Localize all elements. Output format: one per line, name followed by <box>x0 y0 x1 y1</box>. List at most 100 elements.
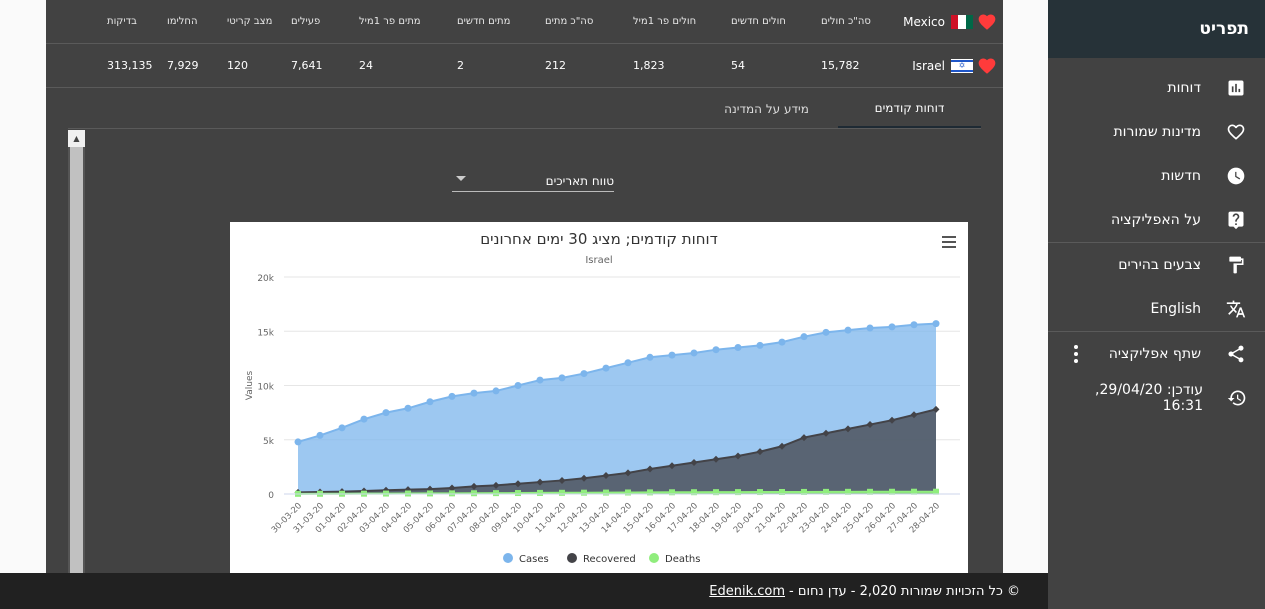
value-critical: 120 <box>227 59 248 72</box>
legend-item-cases: Cases <box>519 554 549 565</box>
data-point-cases <box>668 351 676 359</box>
header-new-deaths: מתים חדשים <box>457 16 511 27</box>
y-tick-label: 5k <box>263 437 275 447</box>
data-point-cases <box>448 392 456 400</box>
translate-icon <box>1225 298 1247 320</box>
data-point-deaths <box>603 489 609 496</box>
header-total-deaths: סה"כ מתים <box>545 16 594 27</box>
y-tick-label: 20k <box>257 274 274 284</box>
heart-icon[interactable] <box>977 56 997 76</box>
data-point-deaths <box>625 489 631 496</box>
share-icon <box>1225 343 1247 365</box>
sidebar-item-label: על האפליקציה <box>1110 212 1201 228</box>
tab-country-info[interactable]: מידע על המדינה <box>695 89 838 128</box>
chart-subtitle: Israel <box>585 255 612 266</box>
stats-table: Mexico סה"כ חולים חולים חדשים חולים פר 1… <box>46 0 1003 88</box>
sidebar-title: תפריט <box>1048 0 1265 58</box>
stats-row-israel[interactable]: ✡ Israel 15,782 54 1,823 212 2 24 7,641 … <box>46 44 1003 88</box>
value-active: 7,641 <box>291 59 323 72</box>
scrollbar[interactable]: ▲ <box>68 130 85 609</box>
paint-roller-icon <box>1225 254 1247 276</box>
scroll-up-icon[interactable]: ▲ <box>68 130 85 147</box>
data-point-cases <box>690 349 698 357</box>
value-tests: 313,135 <box>107 59 153 72</box>
data-point-cases <box>910 321 918 329</box>
country-cell: Mexico <box>877 12 1003 32</box>
data-point-deaths <box>427 490 433 497</box>
data-point-cases <box>536 376 544 384</box>
legend-item-deaths: Deaths <box>665 554 700 565</box>
data-point-cases <box>756 341 764 349</box>
bar-chart-icon <box>1225 77 1247 99</box>
sidebar-item-light-theme[interactable]: צבעים בהירים <box>1048 243 1265 287</box>
sidebar-item-label: מדינות שמורות <box>1113 124 1201 140</box>
data-point-cases <box>404 404 412 412</box>
header-active: פעילים <box>291 16 321 27</box>
value-new-deaths: 2 <box>457 59 464 72</box>
scrollbar-thumb[interactable] <box>70 147 83 609</box>
y-axis-label: Values <box>245 370 255 400</box>
data-point-deaths <box>515 490 521 497</box>
more-vert-icon[interactable] <box>1066 345 1086 363</box>
country-name: Mexico <box>903 14 945 29</box>
chart-svg: דוחות קודמים; מציג 30 ימים אחרונים Israel… <box>245 230 960 565</box>
data-point-deaths <box>449 490 455 497</box>
data-point-deaths <box>581 489 587 496</box>
data-point-cases <box>338 424 346 432</box>
date-range-label: טווח תאריכים <box>545 173 614 188</box>
data-point-cases <box>426 398 434 406</box>
copyright-text: © כל הזכויות שמורות 2,020 - עדן נחום - <box>789 583 1020 599</box>
header-critical: מצב קריטי <box>227 16 273 27</box>
clock-icon <box>1225 165 1247 187</box>
heart-icon[interactable] <box>977 12 997 32</box>
sidebar: תפריט דוחות מדינות שמורות חדשות על האפלי… <box>1048 0 1265 609</box>
sidebar-item-about[interactable]: על האפליקציה <box>1048 198 1265 242</box>
refresh-icon <box>1227 387 1247 409</box>
data-point-cases <box>624 359 632 367</box>
data-point-cases <box>822 328 830 336</box>
data-point-cases <box>492 387 500 395</box>
mexico-flag-icon <box>951 14 973 29</box>
data-point-cases <box>734 344 742 352</box>
sidebar-item-label: חדשות <box>1161 168 1201 184</box>
value-deaths-per-million: 24 <box>359 59 373 72</box>
sidebar-item-language[interactable]: English <box>1048 287 1265 331</box>
data-point-cases <box>778 338 786 346</box>
sidebar-item-label: צבעים בהירים <box>1118 257 1201 273</box>
sidebar-item-saved-countries[interactable]: מדינות שמורות <box>1048 110 1265 154</box>
value-total-cases: 15,782 <box>821 59 860 72</box>
sidebar-item-share[interactable]: שתף אפליקציה <box>1048 332 1265 376</box>
main-card: Mexico סה"כ חולים חולים חדשים חולים פר 1… <box>46 0 1003 609</box>
legend-marker-cases <box>503 553 513 563</box>
legend-marker-deaths <box>649 553 659 563</box>
sidebar-item-label: דוחות <box>1167 80 1201 96</box>
data-point-cases <box>888 323 896 331</box>
data-point-cases <box>470 389 478 397</box>
footer: © כל הזכויות שמורות 2,020 - עדן נחום - E… <box>0 573 1048 609</box>
data-point-cases <box>360 415 368 423</box>
header-deaths-per-million: מתים פר 1מיל <box>359 16 421 27</box>
country-name: Israel <box>912 58 945 73</box>
updated-text: עודכן: 29/04/20, 16:31 <box>1095 382 1203 414</box>
sidebar-updated: עודכן: 29/04/20, 16:31 <box>1048 376 1265 420</box>
date-range-select[interactable]: טווח תאריכים <box>452 170 614 192</box>
value-cases-per-million: 1,823 <box>633 59 665 72</box>
chart-title: דוחות קודמים; מציג 30 ימים אחרונים <box>480 230 718 248</box>
y-tick-label: 0 <box>268 491 274 501</box>
data-point-deaths <box>537 489 543 496</box>
stats-row-mexico[interactable]: Mexico סה"כ חולים חולים חדשים חולים פר 1… <box>46 0 1003 44</box>
header-cases-per-million: חולים פר 1מיל <box>633 16 697 27</box>
data-point-deaths <box>493 490 499 497</box>
data-point-cases <box>316 431 324 439</box>
header-tests: בדיקות <box>107 16 137 27</box>
sidebar-item-news[interactable]: חדשות <box>1048 154 1265 198</box>
value-new-cases: 54 <box>731 59 745 72</box>
legend-item-recovered: Recovered <box>583 554 636 565</box>
sidebar-item-reports[interactable]: דוחות <box>1048 66 1265 110</box>
footer-link[interactable]: Edenik.com <box>709 584 785 599</box>
value-recovered: 7,929 <box>167 59 199 72</box>
data-point-cases <box>558 374 566 382</box>
data-point-cases <box>866 324 874 332</box>
tab-previous-reports[interactable]: דוחות קודמים <box>838 89 981 128</box>
chart-menu-icon[interactable] <box>942 236 956 248</box>
